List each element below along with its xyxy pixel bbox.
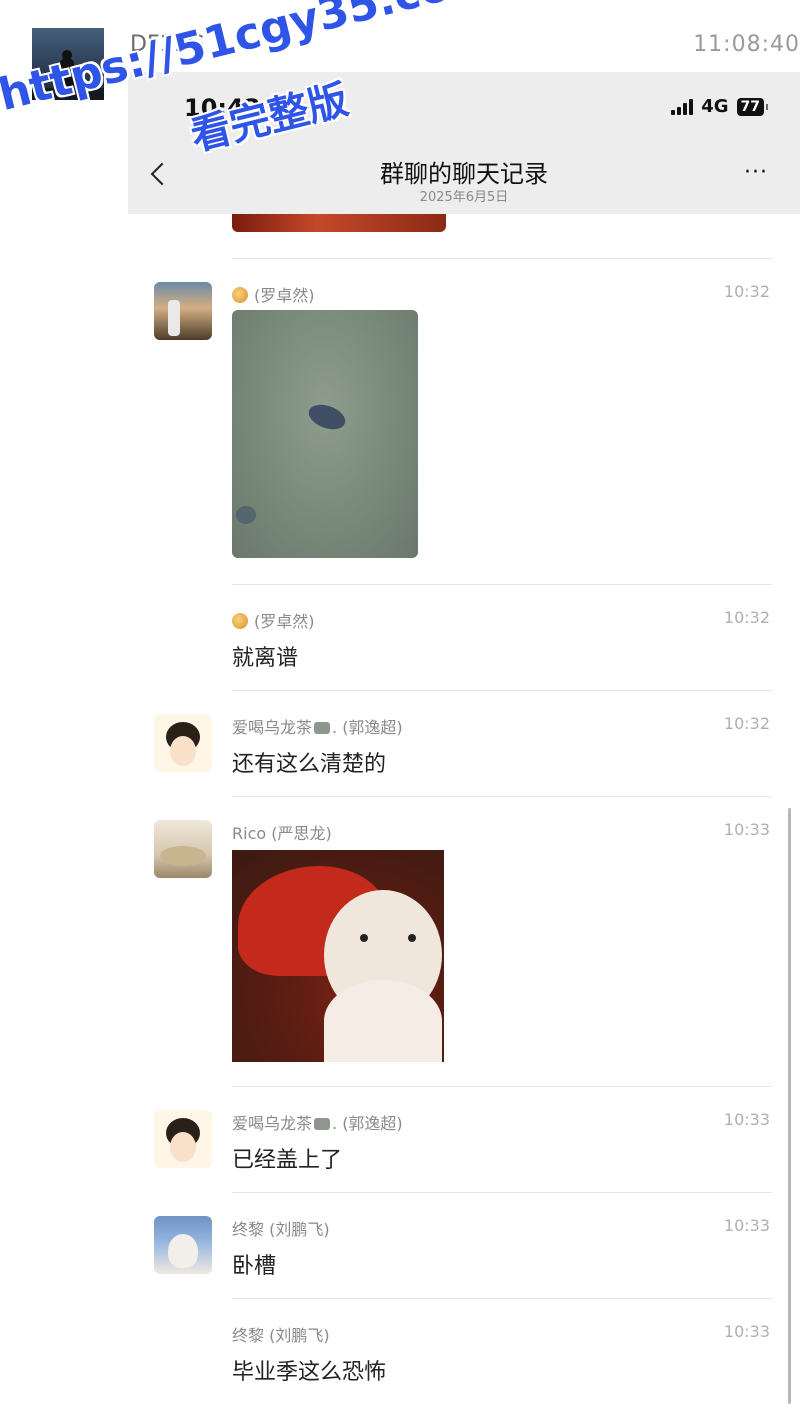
message-sender: 终黎 (刘鹏飞): [232, 1326, 330, 1345]
avatar-rico[interactable]: [154, 820, 212, 878]
previous-image-fragment[interactable]: [232, 214, 446, 232]
message-time: 10:32: [723, 714, 770, 733]
message-divider: [232, 1086, 772, 1087]
author-name[interactable]: DF11G: [130, 32, 205, 57]
message-divider: [232, 1298, 772, 1299]
chat-date: 2025年6月5日: [419, 190, 509, 205]
message-text[interactable]: 还有这么清楚的: [232, 746, 386, 778]
signal-icon: [671, 98, 694, 115]
fish-shape: [305, 400, 349, 434]
message-time: 10:32: [723, 282, 770, 301]
message-divider: [232, 690, 772, 691]
chat-header: 10:43 4G 77 群聊的聊天记录 2025年6月5日 ···: [128, 72, 800, 214]
avatar-guo[interactable]: [154, 714, 212, 772]
message-divider: [232, 796, 772, 797]
message-time: 10:33: [723, 1110, 770, 1129]
tea-cup-icon: [314, 722, 331, 734]
scrollbar[interactable]: [788, 808, 791, 1404]
battery-icon: 77: [736, 97, 769, 116]
network-type: 4G: [701, 96, 729, 117]
message-divider: [232, 1192, 772, 1193]
avatar-ground: [32, 88, 104, 100]
message-sender: (罗卓然): [232, 282, 315, 306]
avatar-silhouette-body: [60, 58, 74, 92]
message-sender: (罗卓然): [232, 608, 315, 632]
message-text[interactable]: 卧槽: [232, 1248, 276, 1280]
meme-eye-right: [408, 934, 416, 942]
meme-mouth: [324, 980, 442, 1062]
sender-badge-icon: [232, 287, 248, 303]
meme-eye-left: [360, 934, 368, 942]
message-text[interactable]: 毕业季这么恐怖: [232, 1354, 386, 1386]
more-options-icon[interactable]: ···: [744, 160, 768, 185]
author-avatar[interactable]: [32, 28, 104, 100]
message-sender: 爱喝乌龙茶. (郭逸超): [232, 1114, 403, 1133]
status-time: 10:43: [184, 94, 261, 122]
fish-shadow: [236, 506, 256, 524]
hamster-meme-image[interactable]: [232, 850, 444, 1062]
avatar-guo[interactable]: [154, 1110, 212, 1168]
message-time: 10:33: [723, 820, 770, 839]
tea-cup-icon: [314, 1118, 331, 1130]
message-divider: [232, 584, 772, 585]
chat-title: 群聊的聊天记录: [380, 160, 548, 188]
message-sender: Rico (严思龙): [232, 824, 332, 843]
message-text[interactable]: 已经盖上了: [232, 1142, 342, 1174]
message-text[interactable]: 就离谱: [232, 640, 298, 672]
message-sender: 终黎 (刘鹏飞): [232, 1220, 330, 1239]
message-time: 10:33: [723, 1216, 770, 1235]
message-time: 10:32: [723, 608, 770, 627]
message-sender: 爱喝乌龙茶. (郭逸超): [232, 718, 403, 737]
message-divider: [232, 258, 772, 259]
sender-badge-icon: [232, 613, 248, 629]
status-indicators: 4G 77: [671, 96, 769, 117]
avatar-liu[interactable]: [154, 1216, 212, 1274]
post-timestamp: 11:08:40: [693, 32, 800, 57]
avatar-luo[interactable]: [154, 282, 212, 340]
message-time: 10:33: [723, 1322, 770, 1341]
chat-screenshot: 10:43 4G 77 群聊的聊天记录 2025年6月5日 ··· (罗卓然) …: [128, 72, 800, 1404]
fish-photo-image[interactable]: [232, 310, 418, 558]
